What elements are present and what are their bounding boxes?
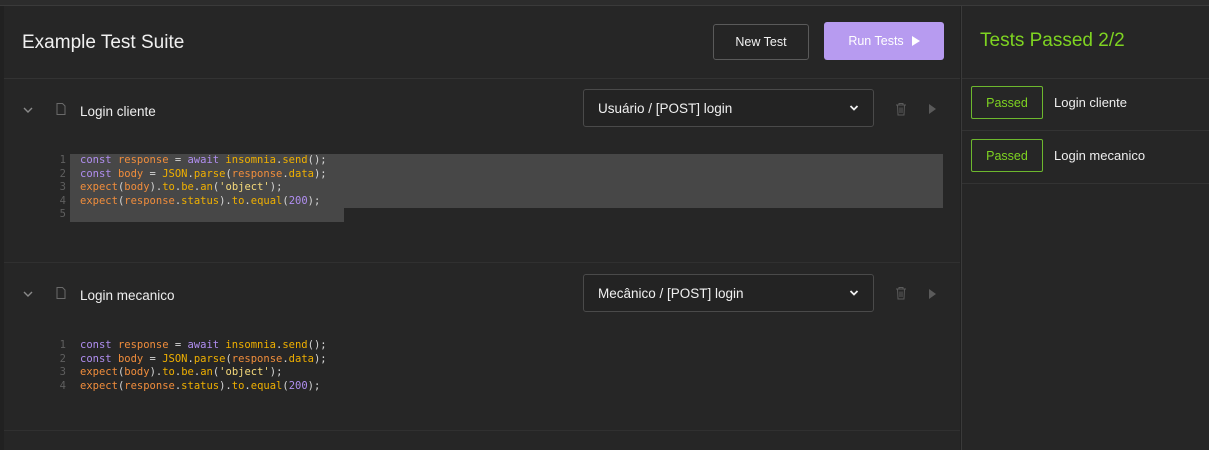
new-test-button[interactable]: New Test — [713, 24, 809, 60]
test-suite-panel: Example Test Suite New Test Run Tests Lo… — [4, 6, 960, 450]
code-line: 4 expect(response.status).to.equal(200); — [59, 379, 321, 392]
test-name[interactable]: Login mecanico — [80, 288, 175, 303]
play-icon[interactable] — [929, 289, 936, 299]
test-item: Login cliente Usuário / [POST] login 1 co… — [4, 78, 960, 263]
trash-icon[interactable] — [895, 102, 907, 116]
code-line: 1 const response = await insomnia.send(); — [59, 154, 327, 166]
caret-down-icon — [849, 105, 859, 111]
suite-header: Example Test Suite New Test Run Tests — [4, 6, 960, 79]
results-panel: Tests Passed 2/2 Passed Login cliente Pa… — [961, 6, 1209, 450]
code-line: 4 expect(response.status).to.equal(200); — [59, 194, 321, 207]
caret-down-icon — [849, 290, 859, 296]
request-select-value: Mecânico / [POST] login — [598, 285, 744, 301]
play-icon — [911, 36, 920, 46]
run-tests-button[interactable]: Run Tests — [824, 22, 944, 60]
code-line: 2 const body = JSON.parse(response.data); — [59, 167, 327, 180]
status-badge: Passed — [971, 86, 1043, 119]
test-name[interactable]: Login cliente — [80, 104, 156, 119]
result-test-name: Login mecanico — [1054, 148, 1146, 163]
tests-passed-summary: Tests Passed 2/2 — [980, 30, 1125, 51]
code-editor[interactable]: 1 const response = await insomnia.send();… — [46, 339, 327, 393]
chevron-down-icon[interactable] — [22, 104, 34, 116]
status-badge: Passed — [971, 139, 1043, 172]
code-line: 1 const response = await insomnia.send(); — [59, 339, 327, 351]
play-icon[interactable] — [929, 104, 936, 114]
code-line: 3 expect(body).to.be.an('object'); — [59, 366, 283, 378]
code-editor[interactable]: 1 const response = await insomnia.send();… — [46, 154, 327, 222]
run-tests-label: Run Tests — [848, 34, 904, 48]
chevron-down-icon[interactable] — [22, 288, 34, 300]
result-test-name: Login cliente — [1054, 95, 1127, 110]
result-row[interactable]: Passed Login cliente — [962, 78, 1209, 131]
document-icon — [56, 287, 66, 299]
request-select-value: Usuário / [POST] login — [598, 100, 733, 116]
document-icon — [56, 103, 66, 115]
test-item: Login mecanico Mecânico / [POST] login 1… — [4, 262, 960, 431]
request-select[interactable]: Usuário / [POST] login — [583, 89, 874, 127]
code-line: 5 — [59, 208, 66, 220]
suite-title: Example Test Suite — [22, 32, 185, 53]
result-row[interactable]: Passed Login mecanico — [962, 131, 1209, 184]
code-line: 3 expect(body).to.be.an('object'); — [59, 181, 283, 193]
code-line: 2 const body = JSON.parse(response.data); — [59, 352, 327, 365]
trash-icon[interactable] — [895, 286, 907, 300]
results-header: Tests Passed 2/2 — [962, 6, 1209, 79]
request-select[interactable]: Mecânico / [POST] login — [583, 274, 874, 312]
